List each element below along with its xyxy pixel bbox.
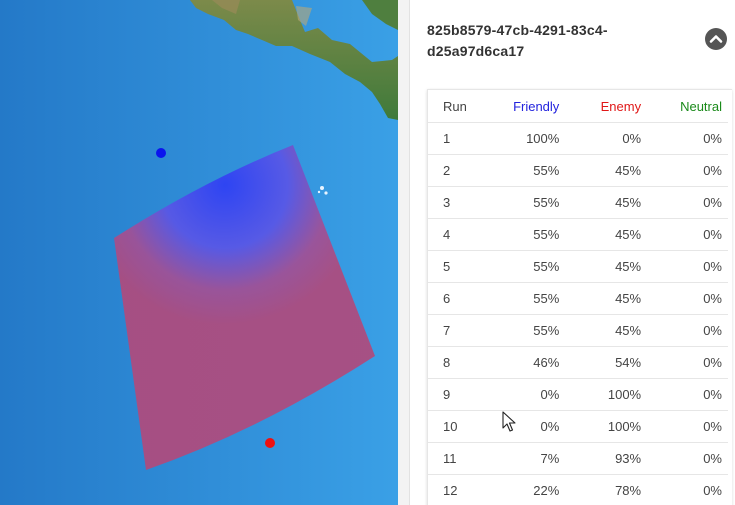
- table-row[interactable]: 2 55% 45% 0%: [428, 154, 728, 187]
- cell-enemy: 54%: [560, 346, 642, 379]
- cell-run: 10: [428, 410, 477, 443]
- cell-friendly: 46%: [476, 346, 561, 379]
- cell-enemy: 93%: [560, 442, 642, 475]
- cell-run: 12: [428, 474, 477, 505]
- mouse-pointer-icon: [502, 411, 516, 432]
- table-row[interactable]: 1 100% 0% 0%: [428, 122, 728, 155]
- cell-friendly: 55%: [476, 154, 561, 187]
- cell-neutral: 0%: [641, 474, 728, 505]
- cell-friendly: 0%: [476, 410, 561, 443]
- table-header-row: Run Friendly Enemy Neutral: [428, 90, 728, 123]
- cell-neutral: 0%: [641, 186, 728, 219]
- cell-neutral: 0%: [641, 250, 728, 283]
- cell-enemy: 78%: [560, 474, 642, 505]
- cell-enemy: 45%: [560, 154, 642, 187]
- cell-enemy: 45%: [560, 250, 642, 283]
- cell-enemy: 100%: [560, 378, 642, 411]
- cell-friendly: 55%: [476, 218, 561, 251]
- cell-enemy: 45%: [560, 314, 642, 347]
- table-row[interactable]: 4 55% 45% 0%: [428, 218, 728, 251]
- results-table: Run Friendly Enemy Neutral 1 100% 0% 0% 2 55%…: [428, 90, 728, 505]
- chevron-up-icon: [709, 35, 723, 43]
- cell-friendly: 55%: [476, 314, 561, 347]
- enemy-marker: [265, 438, 275, 448]
- table-row[interactable]: 6 55% 45% 0%: [428, 282, 728, 315]
- header-friendly[interactable]: Friendly: [476, 90, 560, 123]
- table-row[interactable]: 8 46% 54% 0%: [428, 346, 728, 379]
- cell-neutral: 0%: [641, 442, 728, 475]
- header-neutral[interactable]: Neutral: [641, 90, 728, 123]
- cell-run: 2: [428, 154, 477, 187]
- table-row[interactable]: 10 0% 100% 0%: [428, 410, 728, 443]
- table-row[interactable]: 9 0% 100% 0%: [428, 378, 728, 411]
- cell-neutral: 0%: [641, 314, 728, 347]
- header-run[interactable]: Run: [428, 90, 476, 123]
- scenario-id: 825b8579-47cb-4291-83c4-d25a97d6ca17: [427, 22, 608, 59]
- cell-friendly: 55%: [476, 282, 561, 315]
- table-row[interactable]: 12 22% 78% 0%: [428, 474, 728, 505]
- cell-friendly: 100%: [476, 122, 561, 155]
- cell-neutral: 0%: [641, 410, 728, 443]
- table-body: 1 100% 0% 0% 2 55% 45% 0% 3 55% 45% 0% 4 55% 45% 0% 5 55%…: [428, 122, 728, 505]
- cell-enemy: 100%: [560, 410, 642, 443]
- cell-friendly: 7%: [476, 442, 561, 475]
- cell-run: 5: [428, 250, 477, 283]
- table-row[interactable]: 7 55% 45% 0%: [428, 314, 728, 347]
- results-panel: 825b8579-47cb-4291-83c4-d25a97d6ca17 Run…: [410, 0, 735, 505]
- table-row[interactable]: 11 7% 93% 0%: [428, 442, 728, 475]
- cell-enemy: 45%: [560, 218, 642, 251]
- cell-neutral: 0%: [641, 346, 728, 379]
- cell-enemy: 45%: [560, 186, 642, 219]
- cell-friendly: 0%: [476, 378, 561, 411]
- map-view[interactable]: [0, 0, 398, 505]
- cell-neutral: 0%: [641, 154, 728, 187]
- cell-neutral: 0%: [641, 218, 728, 251]
- table-row[interactable]: 3 55% 45% 0%: [428, 186, 728, 219]
- cell-run: 11: [428, 442, 477, 475]
- cell-enemy: 0%: [560, 122, 642, 155]
- cell-run: 1: [428, 122, 477, 155]
- friendly-marker: [156, 148, 166, 158]
- cell-friendly: 55%: [476, 250, 561, 283]
- cell-run: 3: [428, 186, 477, 219]
- panel-divider[interactable]: [398, 0, 410, 505]
- cell-run: 9: [428, 378, 477, 411]
- cell-run: 4: [428, 218, 477, 251]
- cell-neutral: 0%: [641, 282, 728, 315]
- cell-neutral: 0%: [641, 122, 728, 155]
- results-table-card: Run Friendly Enemy Neutral 1 100% 0% 0% 2 55%…: [427, 89, 732, 505]
- cell-run: 6: [428, 282, 477, 315]
- cell-friendly: 55%: [476, 186, 561, 219]
- cell-friendly: 22%: [476, 474, 561, 505]
- collapse-button[interactable]: [705, 28, 727, 50]
- cell-neutral: 0%: [641, 378, 728, 411]
- table-row[interactable]: 5 55% 45% 0%: [428, 250, 728, 283]
- header-enemy[interactable]: Enemy: [560, 90, 641, 123]
- map-canvas: [0, 0, 398, 505]
- cell-run: 7: [428, 314, 477, 347]
- cell-run: 8: [428, 346, 477, 379]
- cell-enemy: 45%: [560, 282, 642, 315]
